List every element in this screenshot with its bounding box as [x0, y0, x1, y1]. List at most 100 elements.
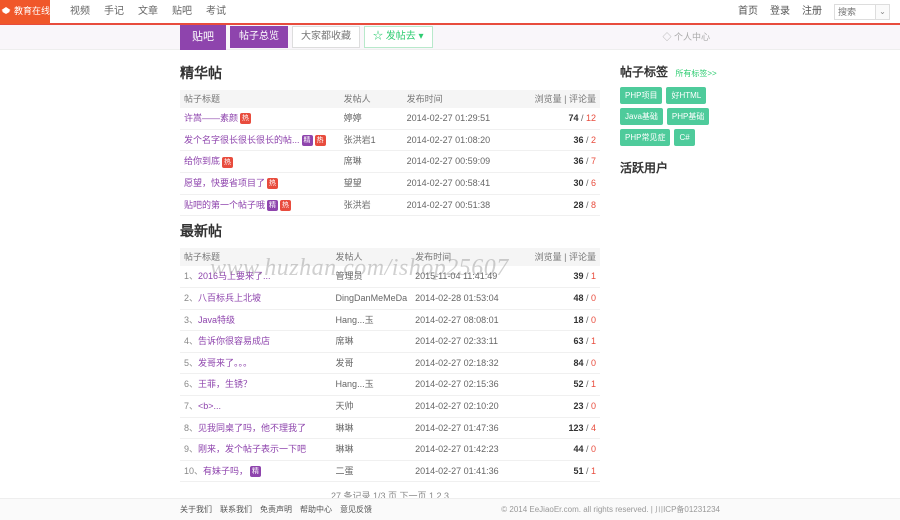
post-title-link[interactable]: 八百标兵上北坡 — [198, 293, 261, 303]
time-cell: 2014-02-27 00:58:41 — [403, 172, 516, 194]
personal-center-link[interactable]: ◇ 个人中心 — [662, 31, 710, 44]
tag-PHP常见症[interactable]: PHP常见症 — [620, 129, 670, 146]
register-link[interactable]: 注册 — [802, 5, 822, 19]
time-cell: 2014-02-27 00:59:09 — [403, 151, 516, 173]
footer-link[interactable]: 帮助中心 — [300, 505, 332, 514]
author-cell[interactable]: 张洪岩1 — [340, 129, 403, 151]
tab-1[interactable]: 大家都收藏 — [292, 26, 360, 48]
post-title-link[interactable]: 王菲，生锈？ — [198, 379, 252, 389]
author-cell[interactable]: 琳琳 — [332, 417, 412, 439]
stats-cell: 39 / 1 — [520, 266, 600, 287]
stats-cell: 74 / 12 — [516, 108, 600, 129]
section-title: 贴吧 — [180, 25, 226, 50]
stats-cell: 18 / 0 — [520, 309, 600, 331]
tags-more-link[interactable]: 所有标签>> — [675, 69, 716, 78]
table-row[interactable]: 给你到底热 席琳2014-02-27 00:59:0936 / 7 — [180, 151, 600, 173]
author-cell[interactable]: 望望 — [340, 172, 403, 194]
post-title-link[interactable]: 给你到底 — [184, 156, 220, 166]
col-header: 发布时间 — [411, 248, 520, 267]
table-row[interactable]: 4、告诉你很容易成店席琳2014-02-27 02:33:1163 / 1 — [180, 331, 600, 353]
footer: 关于我们联系我们免责声明帮助中心意见反馈 © 2014 EeJiaoEr.com… — [0, 498, 900, 520]
post-title-link[interactable]: 许嵩——素颜 — [184, 113, 238, 123]
author-cell[interactable]: Hang...玉 — [332, 309, 412, 331]
post-title-link[interactable]: 发哥来了。。。 — [198, 358, 252, 368]
table-row[interactable]: 10、有妹子吗，精二蛋2014-02-27 01:41:3651 / 1 — [180, 460, 600, 482]
author-cell[interactable]: Hang...玉 — [332, 374, 412, 396]
col-header: 发帖人 — [340, 90, 403, 109]
tag-好HTML[interactable]: 好HTML — [666, 87, 706, 104]
author-cell[interactable]: DingDanMeMeDa — [332, 287, 412, 309]
search-input[interactable] — [835, 5, 875, 19]
footer-link[interactable]: 联系我们 — [220, 505, 252, 514]
nav-文章[interactable]: 文章 — [138, 5, 158, 19]
table-row[interactable]: 1、2016马上要来了...管理员2015-11-04 11:41:4939 /… — [180, 266, 600, 287]
author-cell[interactable]: 二蛋 — [332, 460, 412, 482]
nav-考试[interactable]: 考试 — [206, 5, 226, 19]
stats-cell: 52 / 1 — [520, 374, 600, 396]
top-nav: 视频手记文章贴吧考试 — [70, 5, 226, 19]
col-header: 浏览量 | 评论量 — [520, 248, 600, 267]
stats-cell: 28 / 8 — [516, 194, 600, 216]
table-row[interactable]: 7、<b>...天帅2014-02-27 02:10:2023 / 0 — [180, 395, 600, 417]
tag-PHP基础[interactable]: PHP基础 — [667, 108, 709, 125]
footer-link[interactable]: 免责声明 — [260, 505, 292, 514]
post-title-link[interactable]: 贴吧的第一个帖子哦 — [184, 200, 265, 210]
post-title-link[interactable]: 刚来，发个帖子表示一下吧 — [198, 444, 306, 454]
hot-badge: 热 — [222, 157, 233, 168]
site-logo[interactable]: 教育在线 — [0, 0, 50, 24]
author-cell[interactable]: 琳琳 — [332, 439, 412, 461]
nav-视频[interactable]: 视频 — [70, 5, 90, 19]
tag-PHP项目[interactable]: PHP项目 — [620, 87, 662, 104]
table-row[interactable]: 3、Java特级Hang...玉2014-02-27 08:08:0118 / … — [180, 309, 600, 331]
tag-Java基础[interactable]: Java基础 — [620, 108, 663, 125]
post-title-link[interactable]: 见我同桌了吗，他不理我了 — [198, 423, 306, 433]
active-users-heading: 活跃用户 — [620, 160, 720, 177]
table-row[interactable]: 贴吧的第一个帖子哦精热张洪岩2014-02-27 00:51:3828 / 8 — [180, 194, 600, 216]
table-row[interactable]: 6、王菲，生锈？Hang...玉2014-02-27 02:15:3652 / … — [180, 374, 600, 396]
time-cell: 2014-02-28 01:53:04 — [411, 287, 520, 309]
tab-0[interactable]: 帖子总览 — [230, 26, 288, 48]
home-link[interactable]: 首页 — [738, 5, 758, 19]
time-cell: 2015-11-04 11:41:49 — [411, 266, 520, 287]
table-row[interactable]: 愿望，快要省项目了热望望2014-02-27 00:58:4130 / 6 — [180, 172, 600, 194]
time-cell: 2014-02-27 00:51:38 — [403, 194, 516, 216]
jing-badge: 精 — [267, 200, 278, 211]
author-cell[interactable]: 天帅 — [332, 395, 412, 417]
table-row[interactable]: 发个名字很长很长很长的帖...精热张洪岩12014-02-27 01:08:20… — [180, 129, 600, 151]
table-row[interactable]: 9、刚来，发个帖子表示一下吧琳琳2014-02-27 01:42:2344 / … — [180, 439, 600, 461]
post-title-link[interactable]: <b>... — [198, 401, 221, 411]
table-row[interactable]: 8、见我同桌了吗，他不理我了琳琳2014-02-27 01:47:36123 /… — [180, 417, 600, 439]
post-title-link[interactable]: 愿望，快要省项目了 — [184, 178, 265, 188]
post-title-link[interactable]: 告诉你很容易成店 — [198, 336, 270, 346]
table-row[interactable]: 5、发哥来了。。。发哥2014-02-27 02:18:3284 / 0 — [180, 352, 600, 374]
essence-heading: 精华帖 — [180, 64, 600, 84]
author-cell[interactable]: 婷婷 — [340, 108, 403, 129]
tag-cloud: PHP项目好HTMLJava基础PHP基础 PHP常见症C# — [620, 87, 720, 147]
author-cell[interactable]: 张洪岩 — [340, 194, 403, 216]
nav-手记[interactable]: 手记 — [104, 5, 124, 19]
post-title-link[interactable]: 有妹子吗， — [203, 466, 248, 476]
login-link[interactable]: 登录 — [770, 5, 790, 19]
tags-heading: 帖子标签 所有标签>> — [620, 64, 720, 81]
footer-link[interactable]: 意见反馈 — [340, 505, 372, 514]
stats-cell: 48 / 0 — [520, 287, 600, 309]
author-cell[interactable]: 发哥 — [332, 352, 412, 374]
stats-cell: 51 / 1 — [520, 460, 600, 482]
author-cell[interactable]: 管理员 — [332, 266, 412, 287]
author-cell[interactable]: 席琳 — [340, 151, 403, 173]
table-row[interactable]: 2、八百标兵上北坡DingDanMeMeDa2014-02-28 01:53:0… — [180, 287, 600, 309]
post-title-link[interactable]: Java特级 — [198, 315, 235, 325]
stats-cell: 36 / 2 — [516, 129, 600, 151]
footer-link[interactable]: 关于我们 — [180, 505, 212, 514]
post-title-link[interactable]: 发个名字很长很长很长的帖... — [184, 135, 300, 145]
stats-cell: 36 / 7 — [516, 151, 600, 173]
col-header: 浏览量 | 评论量 — [516, 90, 600, 109]
footer-links: 关于我们联系我们免责声明帮助中心意见反馈 — [180, 504, 380, 515]
tag-C#[interactable]: C# — [674, 129, 694, 146]
author-cell[interactable]: 席琳 — [332, 331, 412, 353]
post-title-link[interactable]: 2016马上要来了... — [198, 271, 271, 281]
search-button[interactable]: ⌄ — [875, 5, 889, 19]
table-row[interactable]: 许嵩——素颜热婷婷2014-02-27 01:29:5174 / 12 — [180, 108, 600, 129]
new-post-button[interactable]: ☆ 发帖去 ▾ — [364, 26, 433, 48]
nav-贴吧[interactable]: 贴吧 — [172, 5, 192, 19]
